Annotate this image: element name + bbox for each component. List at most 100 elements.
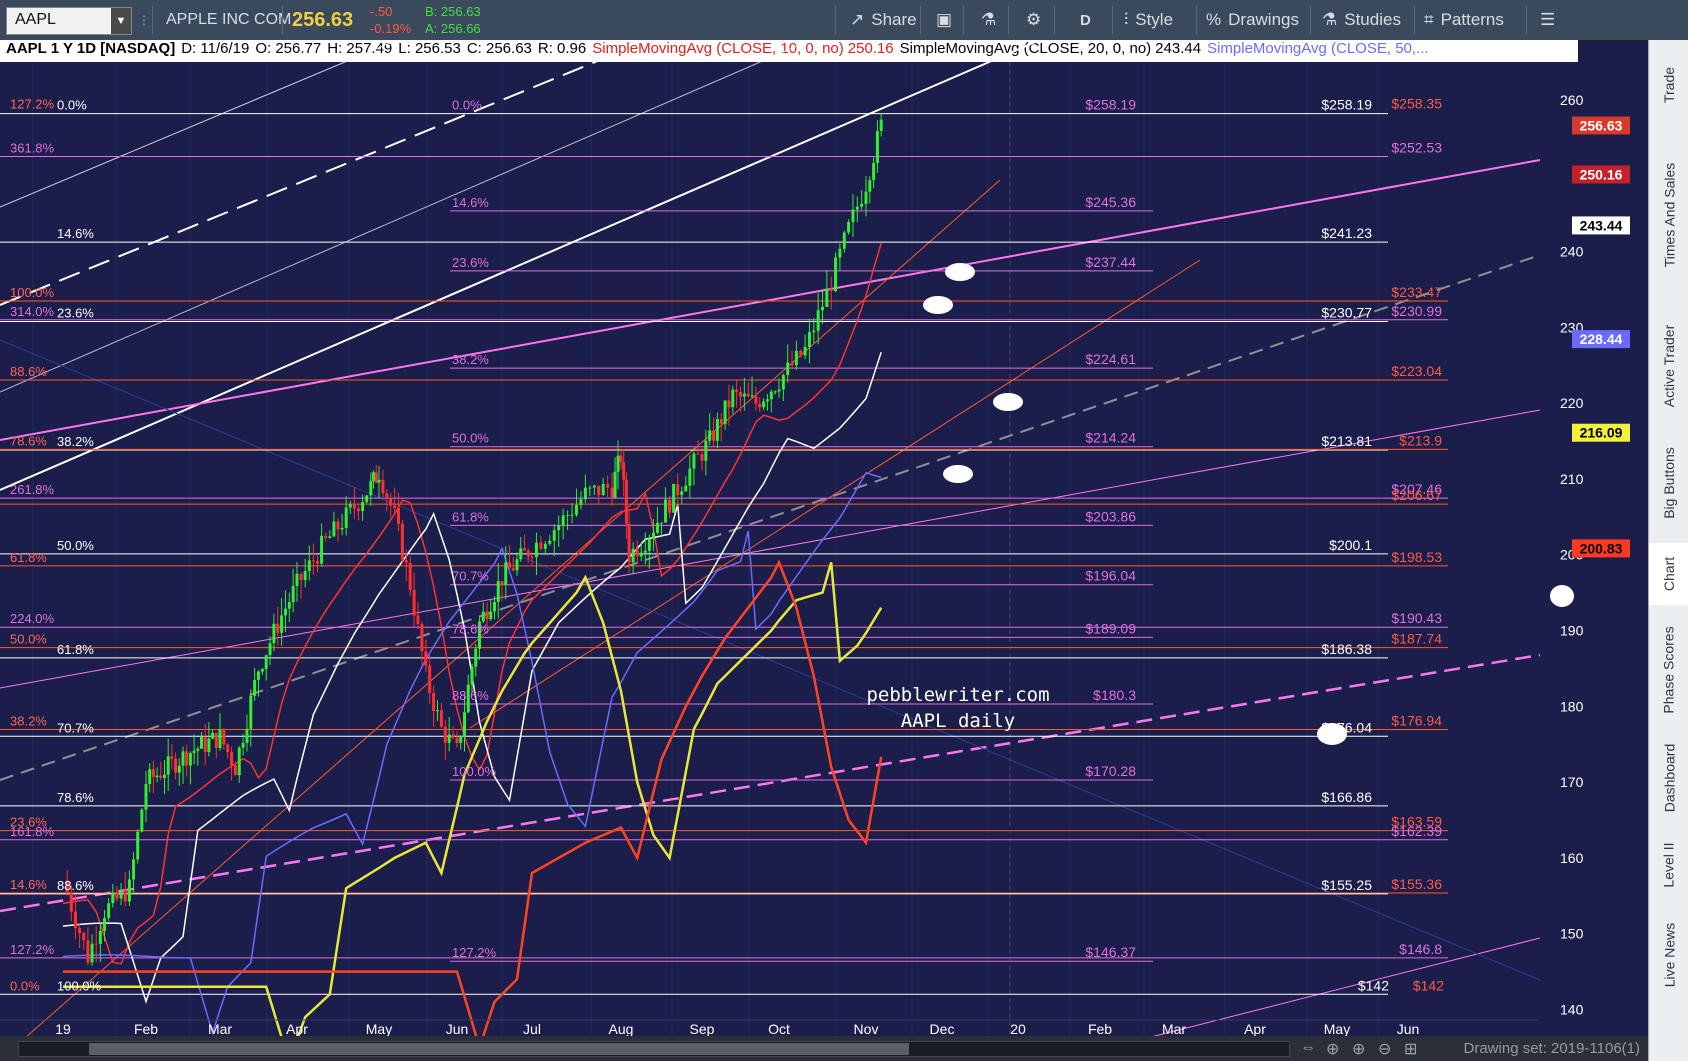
candle-body[interactable] bbox=[324, 535, 328, 539]
candle-body[interactable] bbox=[570, 514, 574, 516]
candle-body[interactable] bbox=[166, 756, 170, 775]
candle-body[interactable] bbox=[816, 310, 820, 331]
candle-body[interactable] bbox=[627, 523, 631, 563]
share-button[interactable]: ↗ Share bbox=[850, 0, 917, 40]
tab-dashboard[interactable]: Dashboard bbox=[1649, 735, 1688, 820]
candle-body[interactable] bbox=[276, 623, 280, 633]
symbol-input[interactable]: AAPL ▼ bbox=[6, 7, 132, 35]
expand-icon[interactable]: ⇔ bbox=[1300, 1039, 1316, 1057]
candle-body[interactable] bbox=[94, 943, 98, 945]
candle-body[interactable] bbox=[299, 573, 303, 581]
zoom-out-icon[interactable]: ⊖ bbox=[1378, 1039, 1391, 1059]
candle-body[interactable] bbox=[214, 732, 218, 749]
candle-body[interactable] bbox=[511, 568, 515, 571]
candle-body[interactable] bbox=[218, 729, 222, 749]
target-marker[interactable] bbox=[1550, 585, 1574, 607]
candle-body[interactable] bbox=[451, 734, 455, 738]
candle-body[interactable] bbox=[496, 581, 500, 602]
candle-body[interactable] bbox=[115, 892, 119, 899]
candle-body[interactable] bbox=[283, 608, 287, 616]
candle-body[interactable] bbox=[397, 507, 400, 524]
tab-phase-scores[interactable]: Phase Scores bbox=[1649, 615, 1688, 725]
candle-body[interactable] bbox=[742, 393, 746, 397]
candle-body[interactable] bbox=[455, 737, 459, 743]
candle-body[interactable] bbox=[552, 530, 556, 541]
candle-body[interactable] bbox=[443, 726, 447, 743]
candle-body[interactable] bbox=[203, 737, 207, 753]
candle-body[interactable] bbox=[489, 611, 493, 620]
candle-body[interactable] bbox=[639, 552, 643, 557]
candle-body[interactable] bbox=[185, 751, 189, 766]
candle-body[interactable] bbox=[249, 695, 253, 729]
candle-body[interactable] bbox=[159, 775, 163, 778]
candle-body[interactable] bbox=[311, 560, 315, 562]
studies-button[interactable]: ⚗ Studies bbox=[1322, 0, 1401, 40]
candle-body[interactable] bbox=[664, 499, 668, 523]
candle-body[interactable] bbox=[500, 581, 504, 585]
candle-body[interactable] bbox=[543, 543, 547, 549]
grip-icon[interactable]: ⋮ bbox=[138, 0, 150, 40]
candle-body[interactable] bbox=[613, 471, 617, 498]
flask-icon[interactable]: ⚗ bbox=[981, 0, 996, 40]
target-marker[interactable] bbox=[943, 465, 973, 483]
candle-body[interactable] bbox=[606, 483, 610, 488]
candle-body[interactable] bbox=[287, 602, 291, 609]
tab-big-buttons[interactable]: Big Buttons bbox=[1649, 433, 1688, 533]
candle-body[interactable] bbox=[257, 671, 260, 680]
candle-body[interactable] bbox=[260, 669, 264, 672]
candle-body[interactable] bbox=[352, 504, 356, 509]
candle-body[interactable] bbox=[416, 615, 420, 624]
candle-body[interactable] bbox=[765, 399, 769, 402]
candle-body[interactable] bbox=[530, 556, 534, 558]
target-marker[interactable] bbox=[945, 263, 975, 281]
candle-body[interactable] bbox=[583, 487, 587, 500]
tab-live-news[interactable]: Live News bbox=[1649, 910, 1688, 1000]
candle-body[interactable] bbox=[245, 728, 249, 743]
tab-level-ii[interactable]: Level II bbox=[1649, 830, 1688, 900]
candle-body[interactable] bbox=[684, 485, 688, 492]
candle-body[interactable] bbox=[474, 648, 478, 667]
candle-body[interactable] bbox=[181, 751, 185, 766]
candle-body[interactable] bbox=[439, 710, 443, 727]
candle-body[interactable] bbox=[786, 362, 790, 376]
candle-body[interactable] bbox=[82, 933, 86, 941]
candle-body[interactable] bbox=[616, 455, 620, 472]
candle-body[interactable] bbox=[829, 288, 833, 292]
menu-icon[interactable]: ☰ bbox=[1540, 0, 1555, 40]
patterns-button[interactable]: ⌗ Patterns bbox=[1424, 0, 1504, 40]
candle-body[interactable] bbox=[575, 505, 578, 515]
candle-body[interactable] bbox=[610, 487, 614, 498]
style-button[interactable]: ⫶ Style bbox=[1124, 0, 1173, 40]
candle-body[interactable] bbox=[597, 485, 601, 496]
candle-body[interactable] bbox=[233, 765, 237, 776]
candle-body[interactable] bbox=[393, 505, 397, 508]
candle-body[interactable] bbox=[200, 737, 203, 749]
candle-body[interactable] bbox=[566, 515, 570, 517]
candle-body[interactable] bbox=[222, 729, 226, 745]
candle-body[interactable] bbox=[731, 389, 735, 408]
candle-body[interactable] bbox=[307, 560, 311, 572]
candle-body[interactable] bbox=[676, 483, 680, 496]
candle-body[interactable] bbox=[90, 943, 94, 963]
candle-body[interactable] bbox=[851, 209, 855, 222]
candle-body[interactable] bbox=[428, 665, 432, 693]
candle-body[interactable] bbox=[291, 586, 295, 603]
candle-body[interactable] bbox=[123, 889, 127, 902]
candle-body[interactable] bbox=[127, 879, 131, 902]
candle-body[interactable] bbox=[860, 203, 864, 207]
candle-body[interactable] bbox=[794, 350, 798, 366]
candle-body[interactable] bbox=[622, 462, 626, 480]
candle-body[interactable] bbox=[777, 389, 781, 392]
candle-body[interactable] bbox=[447, 734, 451, 743]
price-chart[interactable]: pebblewriter.com AAPL daily 0.0% $258.19 1… bbox=[0, 40, 1648, 1036]
candle-body[interactable] bbox=[754, 395, 758, 404]
candle-body[interactable] bbox=[119, 889, 123, 899]
drawings-button[interactable]: % Drawings bbox=[1206, 0, 1299, 40]
horizontal-scrollbar[interactable] bbox=[18, 1041, 1290, 1057]
candle-body[interactable] bbox=[799, 350, 803, 356]
candle-body[interactable] bbox=[144, 784, 148, 810]
candle-body[interactable] bbox=[372, 472, 376, 481]
candle-body[interactable] bbox=[821, 306, 824, 311]
candle-body[interactable] bbox=[875, 130, 879, 164]
candle-body[interactable] bbox=[163, 774, 166, 778]
